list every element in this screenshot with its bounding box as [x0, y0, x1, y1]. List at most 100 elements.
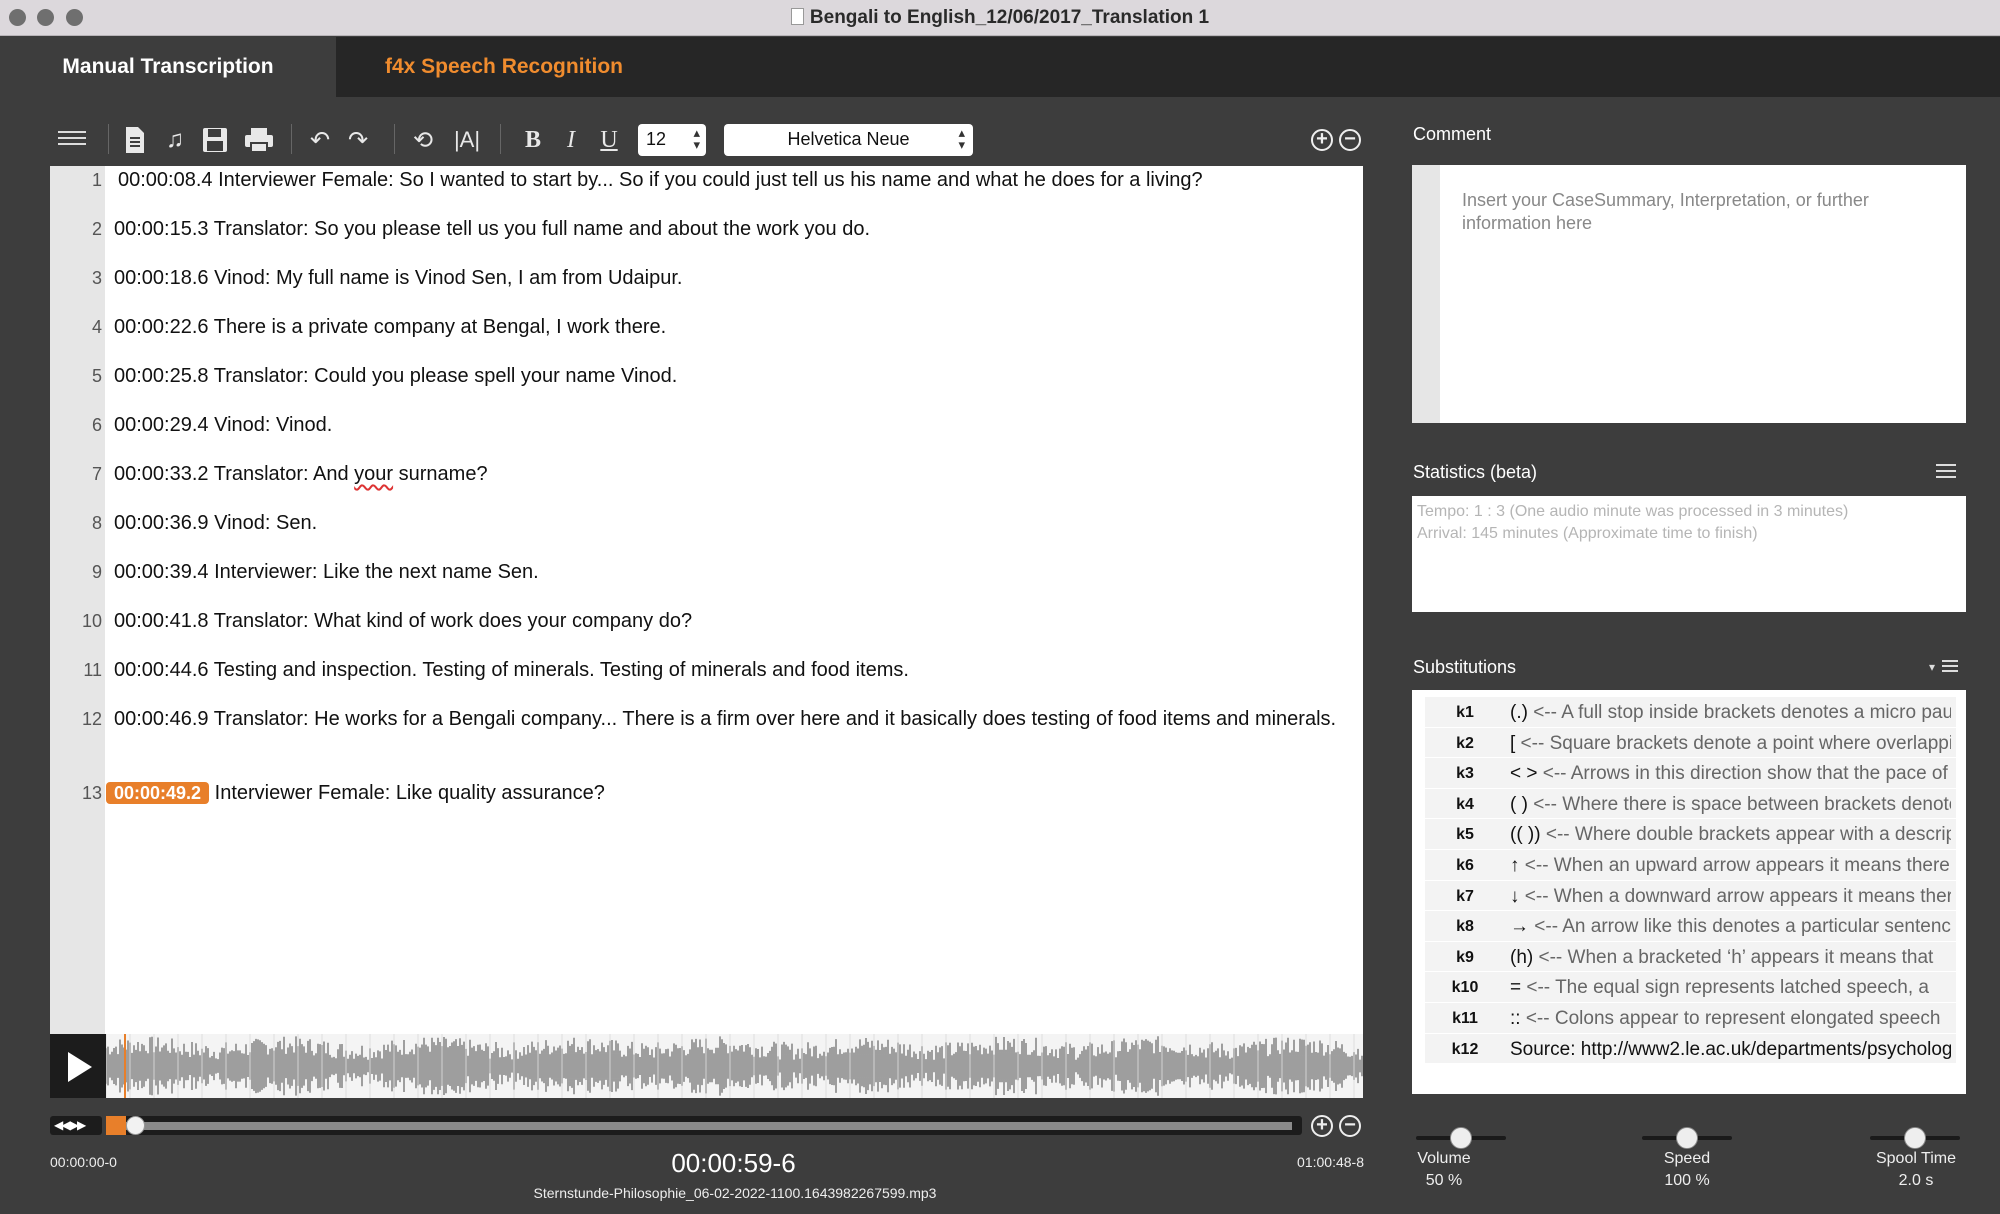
italic-button[interactable]: I: [558, 122, 584, 158]
spool-title: Spool Time: [1875, 1150, 1957, 1167]
substitution-key: k5: [1456, 826, 1474, 844]
audio-waveform[interactable]: [50, 1034, 1363, 1098]
substitutions-list[interactable]: k1 (.) <-- A full stop inside brackets de…: [1412, 690, 1966, 1094]
substitution-value: (h) <-- When a bracketed ‘h’ appears it …: [1510, 947, 1951, 969]
line-number: 13: [81, 783, 102, 803]
substitution-value: :: <-- Colons appear to represent elonga…: [1510, 1008, 1951, 1030]
fast-forward-button[interactable]: ▶▶: [70, 1118, 87, 1132]
substitution-description: <-- When a bracketed ‘h’ appears it mean…: [1533, 946, 1934, 968]
waveform-zoom-out-icon[interactable]: −: [1339, 1115, 1361, 1137]
redo-icon[interactable]: ↷: [341, 122, 375, 158]
volume-title: Volume: [1417, 1150, 1471, 1167]
play-button[interactable]: [50, 1034, 106, 1098]
progress-knob[interactable]: [126, 1116, 145, 1135]
substitution-symbol: ↓: [1510, 885, 1520, 907]
volume-label: Volume 50 %: [1404, 1148, 1484, 1192]
line-number: 12: [81, 709, 102, 729]
substitution-row[interactable]: k11:: <-- Colons appear to represent elo…: [1425, 1002, 1956, 1034]
substitution-symbol: →: [1510, 916, 1529, 938]
current-time: 00:00:59-6: [671, 1148, 796, 1178]
substitution-value: (( )) <-- Where double brackets appear w…: [1510, 824, 1951, 846]
spelling-error-word[interactable]: your: [354, 463, 393, 485]
substitution-row[interactable]: k3 < > <-- Arrows in this direction show …: [1425, 758, 1956, 789]
substitution-description: <-- Where there is space between bracket…: [1527, 793, 1951, 815]
line-text: 00:00:46.9 Translator: He works for a Be…: [114, 708, 1337, 730]
editor-zoom-out-icon[interactable]: −: [1339, 129, 1361, 151]
progress-track: [112, 1122, 1292, 1130]
print-icon[interactable]: [244, 127, 274, 153]
substitution-value: [ <-- Square brackets denote a point whe…: [1510, 733, 1951, 755]
substitution-description: <-- Square brackets denote a point where…: [1520, 732, 1951, 754]
line-text: 00:00:18.6 Vinod: My full name is Vinod …: [114, 267, 683, 289]
substitution-key: k2: [1456, 734, 1474, 752]
spool-knob[interactable]: [1904, 1127, 1926, 1149]
window-title: Bengali to English_12/06/2017_Translatio…: [0, 7, 2000, 29]
line-number: 3: [91, 268, 102, 288]
substitution-value: = <-- The equal sign represents latched …: [1510, 977, 1951, 999]
underline-button[interactable]: U: [596, 122, 622, 158]
tab-manual-transcription[interactable]: Manual Transcription: [0, 37, 336, 97]
substitution-row[interactable]: k10 = <-- The equal sign represents latch…: [1425, 972, 1956, 1003]
transcript-editor[interactable]: 1 00:00:08.4 Interviewer Female: So I wa…: [50, 166, 1363, 1034]
line-text-part: 00:00:33.2 Translator: And: [114, 463, 355, 485]
undo-icon[interactable]: ↶: [303, 122, 337, 158]
substitution-symbol: < >: [1510, 763, 1538, 785]
comment-textarea[interactable]: Insert your CaseSummary, Interpretation,…: [1412, 165, 1966, 423]
substitution-value: → <-- An arrow like this denotes a parti…: [1510, 916, 1951, 938]
substitutions-dropdown-icon[interactable]: ▾: [1929, 660, 1935, 674]
substitution-row[interactable]: k12 Source: http://www2.le.ac.uk/departme…: [1425, 1033, 1956, 1065]
tab-f4x-speech-recognition[interactable]: f4x Speech Recognition: [336, 37, 672, 97]
substitution-row[interactable]: k2 [ <-- Square brackets denote a point w…: [1425, 727, 1956, 759]
statistics-panel: Tempo: 1 : 3 (One audio minute was proce…: [1412, 496, 1966, 612]
substitution-row[interactable]: k1 (.) <-- A full stop inside brackets de…: [1425, 697, 1956, 728]
substitution-row[interactable]: k9 (h) <-- When a bracketed ‘h’ appears i…: [1425, 941, 1956, 973]
substitution-symbol: Source: http://www2.le.ac.uk/departments…: [1510, 1038, 1951, 1060]
new-document-icon[interactable]: [124, 126, 146, 154]
font-size-stepper[interactable]: 12 ▴ ▾: [638, 124, 706, 156]
rewind-button[interactable]: ◀◀: [54, 1118, 71, 1132]
open-audio-icon[interactable]: ♫: [158, 122, 192, 158]
font-family-select[interactable]: Helvetica Neue ▴ ▾: [724, 124, 973, 156]
substitution-row[interactable]: k6 ↑ <-- When an upward arrow appears it …: [1425, 849, 1956, 881]
substitution-value: < > <-- Arrows in this direction show th…: [1510, 763, 1951, 785]
substitution-value: ↓ <-- When a downward arrow appears it m…: [1510, 886, 1951, 908]
line-text: 00:00:25.8 Translator: Could you please …: [114, 365, 678, 387]
statistics-arrival: Arrival: 145 minutes (Approximate time t…: [1417, 525, 1758, 542]
select-arrows-icon: ▴ ▾: [958, 125, 965, 152]
playback-progress-bar[interactable]: [106, 1116, 1302, 1135]
line-text: 00:00:29.4 Vinod: Vinod.: [114, 414, 333, 436]
substitution-symbol: (h): [1510, 946, 1534, 968]
substitution-row[interactable]: k5 (( )) <-- Where double brackets appear…: [1425, 819, 1956, 850]
waveform-zoom-in-icon[interactable]: +: [1311, 1115, 1333, 1137]
substitution-value: (.) <-- A full stop inside brackets deno…: [1510, 702, 1951, 724]
transport-buttons: ◀◀ ▶▶: [50, 1116, 102, 1135]
hamburger-menu-icon[interactable]: [58, 131, 86, 147]
line-text: 00:00:44.6 Testing and inspection. Testi…: [114, 659, 909, 681]
editor-zoom-in-icon[interactable]: +: [1311, 129, 1333, 151]
volume-knob[interactable]: [1450, 1127, 1472, 1149]
tab-bar: Manual Transcription f4x Speech Recognit…: [0, 37, 2000, 97]
audio-file-name: Sternstunde-Philosophie_06-02-2022-1100.…: [533, 1185, 937, 1201]
document-icon: [790, 8, 804, 25]
line-number: 4: [91, 317, 102, 337]
sync-icon[interactable]: ⟲: [407, 122, 439, 158]
substitution-key: k4: [1456, 795, 1474, 813]
substitution-row[interactable]: k7 ↓ <-- When a downward arrow appears it…: [1425, 880, 1956, 912]
substitution-row[interactable]: k8 → <-- An arrow like this denotes a par…: [1425, 911, 1956, 942]
bold-button[interactable]: B: [520, 122, 546, 158]
save-icon[interactable]: [202, 127, 228, 153]
line-number: 2: [91, 219, 102, 239]
line-text: 00:00:33.2 Translator: And your surname?: [114, 462, 1354, 487]
substitution-key: k11: [1452, 1009, 1478, 1027]
toolbar-separator: [108, 124, 109, 154]
line-number: 10: [81, 611, 102, 631]
substitution-description: <-- The equal sign represents latched sp…: [1521, 977, 1929, 999]
statistics-tempo: Tempo: 1 : 3 (One audio minute was proce…: [1417, 503, 1849, 520]
speed-knob[interactable]: [1676, 1127, 1698, 1149]
substitution-row[interactable]: k4 ( ) <-- Where there is space between b…: [1425, 788, 1956, 820]
text-format-icon[interactable]: |A|: [450, 122, 484, 158]
substitutions-menu-icon[interactable]: [1942, 660, 1958, 676]
current-timestamp-badge[interactable]: 00:00:49.2: [106, 782, 210, 804]
statistics-menu-icon[interactable]: [1936, 464, 1956, 480]
substitution-key: k9: [1456, 948, 1474, 966]
